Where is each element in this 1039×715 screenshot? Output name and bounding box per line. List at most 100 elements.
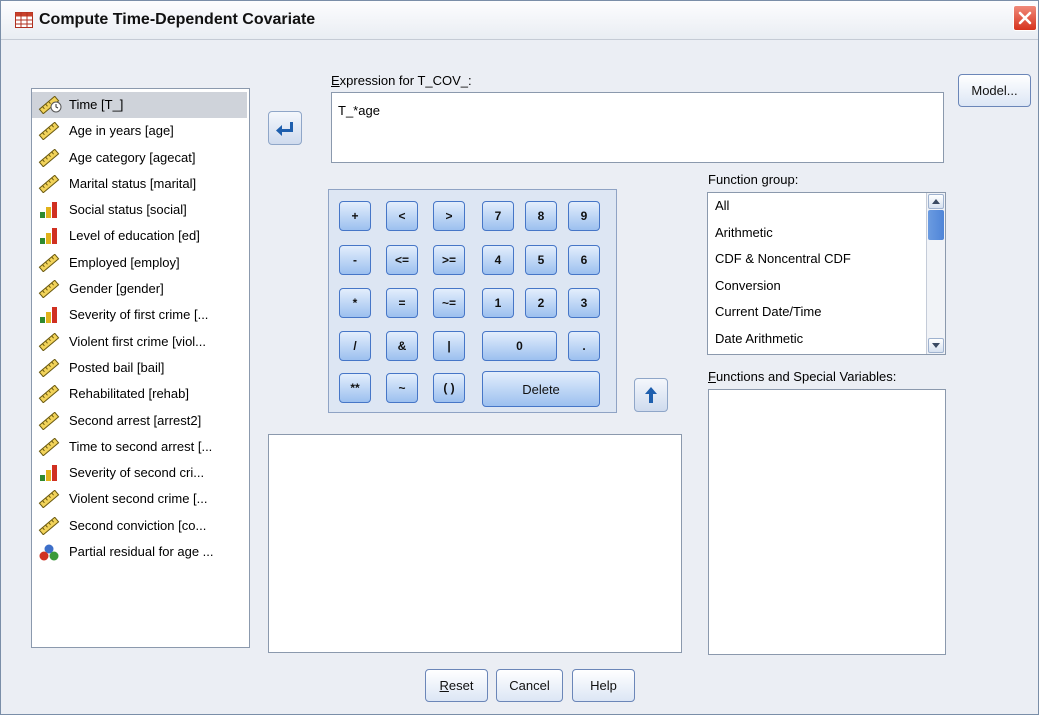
key-0[interactable]: 0 (482, 331, 557, 361)
variable-item[interactable]: Posted bail [bail] (32, 355, 249, 381)
function-group-label: Function group: (708, 172, 799, 187)
variable-label: Severity of first crime [... (69, 307, 209, 323)
close-button[interactable] (1013, 5, 1037, 31)
dialog-window: Compute Time-Dependent Covariate Time [T… (0, 0, 1039, 715)
variable-label: Marital status [marital] (69, 175, 197, 191)
key-minus[interactable]: - (339, 245, 371, 275)
variable-item[interactable]: Severity of second cri... (32, 460, 249, 486)
model-button[interactable]: Model... (958, 74, 1031, 107)
key-2[interactable]: 2 (525, 288, 557, 318)
key-not-equal[interactable]: ~= (433, 288, 465, 318)
variable-item[interactable]: Time to second arrest [... (32, 434, 249, 460)
scale-ruler-icon (38, 411, 60, 430)
arrow-left-icon (276, 122, 293, 136)
title-bar: Compute Time-Dependent Covariate (1, 1, 1038, 40)
function-group-list[interactable]: All Arithmetic CDF & Noncentral CDF Convers… (707, 192, 946, 355)
variable-item[interactable]: Second conviction [co... (32, 513, 249, 539)
scale-ruler-icon (38, 437, 60, 457)
variable-item[interactable]: Time [T_] (32, 92, 247, 119)
move-to-expression-button[interactable] (268, 111, 302, 145)
functions-list[interactable] (708, 389, 946, 655)
key-or[interactable]: | (433, 331, 465, 361)
key-7[interactable]: 7 (482, 201, 514, 231)
variable-item[interactable]: Level of education [ed] (32, 223, 249, 249)
nominal-balls-icon (38, 543, 60, 561)
key-greater-than[interactable]: > (433, 201, 465, 231)
expression-text: T_*age (338, 103, 380, 118)
function-description-box (268, 434, 682, 653)
help-button[interactable]: Help (572, 669, 635, 702)
variable-item[interactable]: Partial residual for age ... (32, 539, 249, 565)
scroll-thumb[interactable] (928, 210, 944, 240)
expression-input[interactable]: T_*age (331, 92, 944, 163)
variable-item[interactable]: Second arrest [arrest2] (32, 408, 249, 434)
scale-ruler-icon (38, 332, 60, 352)
time-ruler-icon (38, 95, 62, 115)
key-8[interactable]: 8 (525, 201, 557, 231)
arrow-up-icon (645, 387, 657, 403)
key-and[interactable]: & (386, 331, 418, 361)
scroll-up-button[interactable] (928, 194, 944, 209)
function-group-item[interactable]: Date Arithmetic (708, 326, 945, 353)
scale-ruler-icon (38, 358, 60, 378)
ordinal-bars-icon (38, 227, 60, 245)
key-multiply[interactable]: * (339, 288, 371, 318)
key-less-than[interactable]: < (386, 201, 418, 231)
key-plus[interactable]: + (339, 201, 371, 231)
variable-label: Second conviction [co... (69, 517, 207, 533)
scale-ruler-icon (38, 516, 60, 536)
variable-item[interactable]: Violent second crime [... (32, 486, 249, 512)
variable-label: Rehabilitated [rehab] (69, 386, 189, 402)
key-equals[interactable]: = (386, 288, 418, 318)
variable-item[interactable]: Age in years [age] (32, 118, 249, 144)
function-group-item[interactable]: Arithmetic (708, 220, 945, 247)
variable-label: Violent second crime [... (69, 491, 208, 507)
variable-item[interactable]: Gender [gender] (32, 276, 249, 302)
key-4[interactable]: 4 (482, 245, 514, 275)
close-icon (1018, 11, 1032, 25)
key-5[interactable]: 5 (525, 245, 557, 275)
scale-ruler-icon (38, 279, 60, 299)
move-function-up-button[interactable] (634, 378, 668, 412)
variable-item[interactable]: Employed [employ] (32, 250, 249, 276)
function-group-item[interactable]: Current Date/Time (708, 299, 945, 326)
variable-label: Gender [gender] (69, 281, 164, 297)
function-group-scrollbar[interactable] (926, 193, 945, 354)
key-9[interactable]: 9 (568, 201, 600, 231)
function-group-item[interactable]: All (708, 193, 945, 220)
variable-label: Severity of second cri... (69, 465, 205, 481)
expression-label: Expression for T_COV_: (331, 73, 472, 88)
key-decimal[interactable]: . (568, 331, 600, 361)
variable-label: Posted bail [bail] (69, 359, 165, 375)
cancel-button[interactable]: Cancel (496, 669, 563, 702)
variable-item[interactable]: Violent first crime [viol... (32, 329, 249, 355)
key-greater-equal[interactable]: >= (433, 245, 465, 275)
key-6[interactable]: 6 (568, 245, 600, 275)
key-1[interactable]: 1 (482, 288, 514, 318)
variable-list[interactable]: Time [T_] Age in years [age] Age category … (31, 88, 250, 648)
function-group-item[interactable]: CDF & Noncentral CDF (708, 246, 945, 273)
function-group-items: All Arithmetic CDF & Noncentral CDF Convers… (708, 193, 945, 352)
scale-ruler-icon (38, 384, 60, 404)
variable-label: Age in years [age] (69, 123, 174, 139)
reset-button[interactable]: Reset (425, 669, 488, 702)
scale-ruler-icon (38, 148, 60, 168)
scale-ruler-icon (38, 174, 60, 194)
variable-item[interactable]: Severity of first crime [... (32, 302, 249, 328)
key-divide[interactable]: / (339, 331, 371, 361)
key-3[interactable]: 3 (568, 288, 600, 318)
key-delete[interactable]: Delete (482, 371, 600, 407)
variable-item[interactable]: Rehabilitated [rehab] (32, 381, 249, 407)
key-power[interactable]: ** (339, 373, 371, 403)
scale-ruler-icon (38, 490, 60, 509)
function-group-item[interactable]: Conversion (708, 273, 945, 300)
variable-item[interactable]: Marital status [marital] (32, 171, 249, 197)
key-parentheses[interactable]: ( ) (433, 373, 465, 403)
key-not[interactable]: ~ (386, 373, 418, 403)
key-less-equal[interactable]: <= (386, 245, 418, 275)
variable-item[interactable]: Age category [agecat] (32, 145, 249, 171)
triangle-up-icon (932, 199, 940, 204)
scroll-down-button[interactable] (928, 338, 944, 353)
variable-item[interactable]: Social status [social] (32, 197, 249, 223)
ordinal-bars-icon (38, 306, 60, 324)
